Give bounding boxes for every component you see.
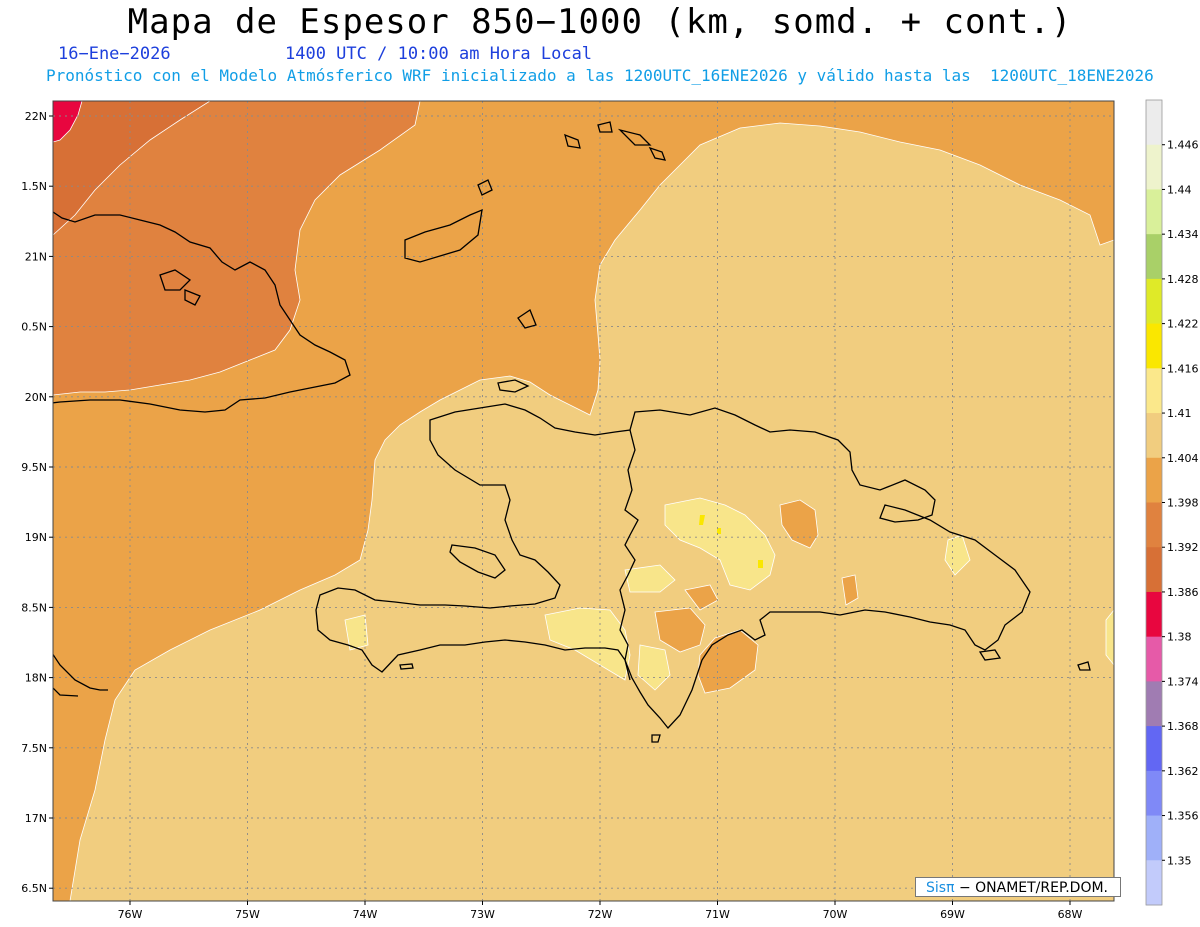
colorbar-label: 1.404 [1167,452,1199,465]
patch-1410-g [1105,609,1114,666]
lat-label: 17N [25,812,47,825]
lat-label: 1.5N [21,180,47,193]
colorbar-swatch [1146,726,1162,772]
latitude-labels: 22N 1.5N 21N 0.5N 20N 9.5N 19N 8.5N 18N 7.5N 17N 6.… [21,110,53,895]
lon-label: 70W [823,908,848,921]
colorbar-label: 1.422 [1167,318,1199,331]
credit-box: Sisπ − ONAMET/REP.DOM. [915,877,1121,897]
colorbar-swatch [1146,144,1162,190]
colorbar-label: 1.41 [1167,407,1192,420]
lon-label: 76W [118,908,143,921]
colorbar-swatch [1146,681,1162,727]
lon-label: 72W [588,908,613,921]
colorbar-label: 1.386 [1167,586,1199,599]
lon-label: 74W [353,908,378,921]
colorbar-label: 1.368 [1167,720,1199,733]
lat-label: 18N [25,672,47,685]
colorbar-swatch [1146,189,1162,235]
lon-label: 68W [1058,908,1083,921]
colorbar-swatch [1146,502,1162,548]
lat-label: 22N [25,110,47,123]
colorbar-swatch [1146,591,1162,638]
colorbar-label: 1.428 [1167,273,1199,286]
sispi-logo: Sisπ [926,880,955,896]
lat-label: 0.5N [21,321,47,334]
colorbar-swatch [1146,815,1162,861]
colorbar-label: 1.434 [1167,228,1199,241]
colorbar-label: 1.362 [1167,765,1199,778]
colorbar-swatch [1146,278,1162,325]
lat-label: 8.5N [21,601,47,614]
lon-label: 69W [940,908,965,921]
lat-label: 19N [25,531,47,544]
longitude-labels: 76W 75W 74W 73W 72W 71W 70W 69W 68W [118,901,1083,921]
colorbar: 1.446 1.44 1.434 1.428 1.422 1.416 1.41 1.404 1.… [1145,99,1199,906]
lat-label: 21N [25,250,47,263]
lat-label: 20N [25,391,47,404]
lat-label: 9.5N [21,461,47,474]
patch-1416-b [758,560,763,568]
lon-label: 73W [470,908,495,921]
colorbar-label: 1.38 [1167,631,1192,644]
colorbar-label: 1.35 [1167,854,1192,867]
colorbar-label: 1.356 [1167,810,1199,823]
lat-label: 7.5N [21,742,47,755]
lon-label: 75W [235,908,260,921]
colorbar-swatch [1146,860,1162,906]
colorbar-label: 1.374 [1167,675,1199,688]
colorbar-label: 1.416 [1167,362,1199,375]
colorbar-swatch [1146,457,1162,503]
lat-label: 6.5N [21,882,47,895]
colorbar-label: 1.392 [1167,541,1199,554]
credit-org: − ONAMET/REP.DOM. [954,880,1109,896]
colorbar-swatch [1146,413,1162,459]
colorbar-swatch [1146,100,1162,146]
colorbar-swatch [1146,636,1162,682]
colorbar-label: 1.44 [1167,183,1192,196]
thickness-fill [53,101,1114,901]
colorbar-swatch [1146,547,1162,593]
colorbar-label: 1.446 [1167,139,1199,152]
colorbar-label: 1.398 [1167,497,1199,510]
colorbar-swatch [1146,234,1162,280]
lon-label: 71W [705,908,730,921]
colorbar-swatch [1146,770,1162,817]
colorbar-swatch [1146,323,1162,369]
thickness-map: 22N 1.5N 21N 0.5N 20N 9.5N 19N 8.5N 18N 7.5N 17N 6.… [21,99,1199,921]
colorbar-swatch [1146,368,1162,414]
